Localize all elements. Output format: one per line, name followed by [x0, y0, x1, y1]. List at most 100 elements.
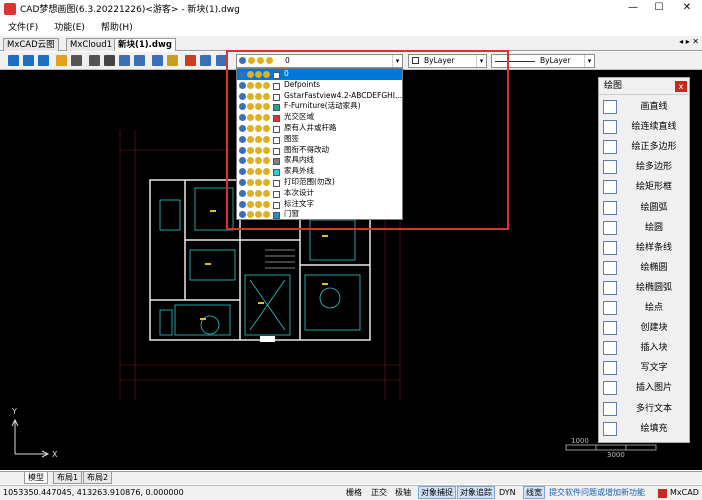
layer-list-item[interactable]: 标注文字 [237, 199, 402, 210]
save-as-icon[interactable] [38, 55, 49, 66]
menu-function[interactable]: 功能(E) [54, 20, 85, 33]
undo-icon[interactable] [200, 55, 211, 66]
match-properties-icon[interactable] [185, 55, 196, 66]
layer-list-item[interactable]: 家具内线 [237, 155, 402, 166]
draw-command-button[interactable]: 绘多边形 [599, 157, 689, 177]
linetype-combo[interactable]: ByLayer ▾ [491, 54, 595, 68]
layer-combo[interactable]: 0 ▾ [236, 54, 403, 68]
layer-list-item[interactable]: 光交区域 [237, 112, 402, 123]
draw-command-button[interactable]: 绘圆弧 [599, 198, 689, 218]
layer-name: 原有人井或杆路 [284, 123, 337, 132]
toggle-object-track[interactable]: 对象追踪 [457, 486, 495, 499]
layer-state-icons [239, 146, 280, 155]
draw-command-button[interactable]: 插入图片 [599, 378, 689, 398]
layer-list-item[interactable]: 门窗 [237, 209, 402, 220]
draw-command-button[interactable]: 创建块 [599, 318, 689, 338]
chevron-down-icon[interactable]: ▾ [584, 55, 594, 67]
layer-list-item[interactable]: 图衔不得改动 [237, 145, 402, 156]
print-icon[interactable] [71, 55, 82, 66]
close-button[interactable]: ✕ [674, 0, 700, 16]
layer-dropdown-list: 0 Defpoints GstarFastview4.2-ABCDEFGHI... F… [236, 68, 403, 220]
tab-nav-controls[interactable]: ◂ ▸ ✕ [679, 37, 699, 46]
layer-color-swatch [273, 190, 280, 198]
scale-bar-label: 3000 [607, 451, 625, 459]
draw-command-button[interactable]: 写文字 [599, 358, 689, 378]
layer-list-item[interactable]: 图签 [237, 134, 402, 145]
chevron-down-icon[interactable]: ▾ [476, 55, 486, 67]
layer-state-icons [239, 92, 280, 101]
redo-icon[interactable] [216, 55, 227, 66]
pan-hand-icon[interactable] [104, 55, 115, 66]
mtext-icon [603, 401, 617, 416]
draw-command-label: 插入块 [640, 343, 668, 354]
maximize-button[interactable]: ☐ [646, 0, 672, 16]
layer-list-item[interactable]: 原有人井或杆路 [237, 123, 402, 134]
layer-list-item[interactable]: 家具外线 [237, 166, 402, 177]
close-icon[interactable]: x [675, 81, 687, 92]
print-preview-icon[interactable] [89, 55, 100, 66]
layer-color-swatch [273, 104, 280, 112]
tab-model[interactable]: 模型 [24, 472, 48, 484]
open-icon[interactable] [56, 55, 67, 66]
minimize-button[interactable]: — [620, 0, 646, 16]
toggle-object-snap[interactable]: 对象捕捉 [418, 486, 456, 499]
svg-text:X: X [52, 450, 58, 459]
chevron-down-icon[interactable]: ▾ [392, 55, 402, 67]
status-bar: 1053350.447045, 413263.910876, 0.000000 … [0, 485, 702, 500]
tab-mxcad-cloud[interactable]: MxCAD云图 [3, 38, 59, 51]
layer-name: GstarFastview4.2-ABCDEFGHI... [284, 90, 403, 100]
tab-active-drawing[interactable]: 新块(1).dwg [114, 38, 176, 51]
draw-command-button[interactable]: 绘点 [599, 298, 689, 318]
draw-command-button[interactable]: 绘正多边形 [599, 137, 689, 157]
color-combo[interactable]: ByLayer ▾ [408, 54, 487, 68]
layer-list-item[interactable]: 0 [237, 69, 402, 80]
feedback-link[interactable]: 提交软件问题或增加新功能 [549, 486, 645, 500]
zoom-realtime-icon[interactable] [152, 55, 163, 66]
toggle-polar[interactable]: 极轴 [395, 486, 411, 500]
menu-help[interactable]: 帮助(H) [101, 20, 133, 33]
tab-mxcloud1[interactable]: MxCloud1 [66, 38, 117, 51]
toggle-grid[interactable]: 栅格 [346, 486, 362, 500]
menu-file[interactable]: 文件(F) [8, 20, 38, 33]
toggle-ortho[interactable]: 正交 [371, 486, 387, 500]
draw-command-button[interactable]: 画直线 [599, 97, 689, 117]
layer-list-item[interactable]: Defpoints [237, 80, 402, 91]
layer-list-item[interactable]: F-Furniture(活动家具) [237, 101, 402, 112]
draw-command-button[interactable]: 绘填充 [599, 419, 689, 439]
insert-block-icon [603, 341, 617, 356]
draw-command-button[interactable]: 绘矩形框 [599, 177, 689, 197]
draw-command-button[interactable]: 绘连续直线 [599, 117, 689, 137]
layer-list-item[interactable]: 本次设计 [237, 188, 402, 199]
zoom-extents-icon[interactable] [134, 55, 145, 66]
new-file-icon[interactable] [8, 55, 19, 66]
arc-icon [603, 200, 617, 215]
draw-command-button[interactable]: 插入块 [599, 338, 689, 358]
save-icon[interactable] [23, 55, 34, 66]
layer-list-item[interactable]: GstarFastview4.2-ABCDEFGHI... [237, 91, 402, 102]
draw-command-button[interactable]: 绘椭圆弧 [599, 278, 689, 298]
toggle-lineweight[interactable]: 线宽 [523, 486, 545, 499]
layer-name: 标注文字 [284, 198, 314, 208]
draw-command-label: 绘连续直线 [631, 122, 677, 133]
color-combo-value: ByLayer [424, 56, 455, 65]
layer-list-item[interactable]: 打印范围(勿改) [237, 177, 402, 188]
draw-command-button[interactable]: 绘圆 [599, 218, 689, 238]
draw-command-label: 绘圆 [644, 222, 663, 233]
layer-state-icons [239, 56, 281, 66]
layer-color-swatch [273, 158, 280, 166]
layer-name: 光交区域 [284, 112, 314, 122]
toggle-dyn[interactable]: DYN [499, 486, 516, 500]
draw-command-button[interactable]: 绘椭圆 [599, 258, 689, 278]
layer-name: 图衔不得改动 [284, 144, 329, 154]
draw-command-button[interactable]: 绘样条线 [599, 238, 689, 258]
zoom-window-icon[interactable] [119, 55, 130, 66]
layer-color-swatch [273, 72, 280, 79]
title-bar: CAD梦想画图(6.3.20221226)<游客> - 新块(1).dwg — … [0, 0, 702, 17]
tab-layout2[interactable]: 布局2 [83, 472, 113, 484]
layer-color-swatch [273, 136, 280, 144]
edit-icon[interactable] [167, 55, 178, 66]
layer-state-icons [239, 102, 280, 112]
draw-command-button[interactable]: 多行文本 [599, 399, 689, 419]
draw-command-label: 绘椭圆 [640, 262, 668, 273]
tab-layout1[interactable]: 布局1 [53, 472, 83, 484]
